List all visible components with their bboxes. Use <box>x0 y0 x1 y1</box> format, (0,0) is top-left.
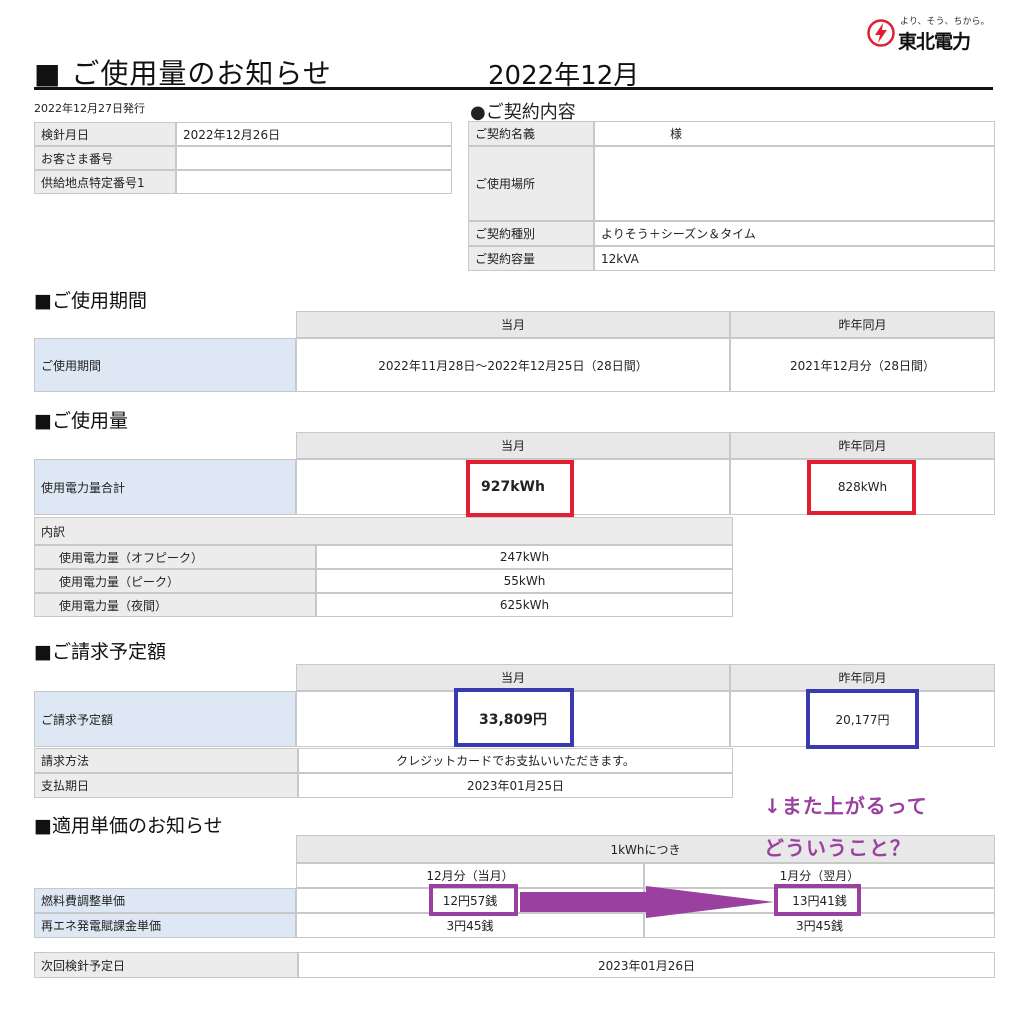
meter-date-label: 検針月日 <box>34 122 176 146</box>
contract-name-label: ご契約名義 <box>468 121 594 146</box>
usage-peak-value: 55kWh <box>316 569 733 593</box>
usage-place-value <box>594 146 995 221</box>
usage-col-last-year: 昨年同月 <box>730 432 995 459</box>
contract-table: ご契約名義 様 ご使用場所 ご契約種別 よりそう＋シーズン＆タイム ご契約容量 … <box>468 121 995 271</box>
usage-col-current: 当月 <box>296 432 730 459</box>
next-reading-label: 次回検針予定日 <box>34 952 298 978</box>
usage-breakdown-table: 内訳 使用電力量（オフピーク） 247kWh 使用電力量（ピーク） 55kWh … <box>34 517 733 617</box>
contract-capacity-value: 12kVA <box>594 246 995 271</box>
unit-price-heading: ■適用単価のお知らせ <box>34 815 223 837</box>
contract-type-value: よりそう＋シーズン＆タイム <box>594 221 995 246</box>
usage-night-value: 625kWh <box>316 593 733 617</box>
issue-date: 2022年12月27日発行 <box>34 102 145 115</box>
customer-number-value <box>176 146 452 170</box>
annotation-line-2: どういうこと？ <box>764 836 911 860</box>
tohoku-electric-logo: より、そう、ちから。 東北電力 <box>866 14 990 54</box>
period-table: 当月 昨年同月 ご使用期間 2022年11月28日～2022年12月25日（28… <box>34 311 995 392</box>
breakdown-label: 内訳 <box>34 517 733 545</box>
billing-method-label: 請求方法 <box>34 748 298 773</box>
highlight-current-usage <box>466 460 574 517</box>
renewable-levy-label: 再エネ発電賦課金単価 <box>34 913 296 938</box>
contract-capacity-label: ご契約容量 <box>468 246 594 271</box>
billing-col-last-year: 昨年同月 <box>730 664 995 691</box>
next-reading-table: 次回検針予定日 2023年01月26日 <box>34 952 995 978</box>
usage-peak-label: 使用電力量（ピーク） <box>34 569 316 593</box>
period-corner <box>34 311 296 338</box>
page-title: ■ ご使用量のお知らせ <box>34 57 332 90</box>
next-reading-value: 2023年01月26日 <box>298 952 995 978</box>
highlight-fuel-next <box>774 884 861 916</box>
customer-number-label: お客さま番号 <box>34 146 176 170</box>
meter-date-value: 2022年12月26日 <box>176 122 452 146</box>
usage-night-label: 使用電力量（夜間） <box>34 593 316 617</box>
highlight-last-year-usage <box>807 460 916 515</box>
billing-col-current: 当月 <box>296 664 730 691</box>
supply-point-value <box>176 170 452 194</box>
period-col-last-year: 昨年同月 <box>730 311 995 338</box>
highlight-fuel-current <box>429 884 518 916</box>
supply-point-label: 供給地点特定番号1 <box>34 170 176 194</box>
billing-heading: ■ご請求予定額 <box>34 641 166 663</box>
usage-corner <box>34 432 296 459</box>
usage-total-label: 使用電力量合計 <box>34 459 296 515</box>
period-heading: ■ご使用期間 <box>34 290 147 312</box>
usage-offpeak-value: 247kWh <box>316 545 733 569</box>
fuel-adjust-label: 燃料費調整単価 <box>34 888 296 913</box>
title-rule <box>34 87 993 90</box>
usage-place-label: ご使用場所 <box>468 146 594 221</box>
period-label: ご使用期間 <box>34 338 296 392</box>
highlight-last-year-bill <box>806 689 919 749</box>
billing-due-label: 支払期日 <box>34 773 298 798</box>
billing-amount-label: ご請求予定額 <box>34 691 296 747</box>
lightning-bolt-icon <box>867 19 895 47</box>
contract-type-label: ご契約種別 <box>468 221 594 246</box>
billing-method-value: クレジットカードでお支払いいただきます。 <box>298 748 733 773</box>
unit-price-corner <box>34 835 296 863</box>
billing-method-table: 請求方法 クレジットカードでお支払いいただきます。 支払期日 2023年01月2… <box>34 748 733 798</box>
usage-offpeak-label: 使用電力量（オフピーク） <box>34 545 316 569</box>
logo-name: 東北電力 <box>898 31 971 53</box>
highlight-current-bill <box>454 688 574 747</box>
period-col-current: 当月 <box>296 311 730 338</box>
meter-info-table: 検針月日 2022年12月26日 お客さま番号 供給地点特定番号1 <box>34 122 452 194</box>
usage-heading: ■ご使用量 <box>34 410 128 432</box>
logo-tagline: より、そう、ちから。 <box>900 17 990 27</box>
annotation-line-1: ↓また上がるって <box>764 794 928 818</box>
period-current: 2022年11月28日～2022年12月25日（28日間） <box>296 338 730 392</box>
increase-arrow-icon <box>520 886 774 918</box>
unit-price-corner-2 <box>34 863 296 888</box>
period-last-year: 2021年12月分（28日間） <box>730 338 995 392</box>
billing-corner <box>34 664 296 691</box>
contract-name-value: 様 <box>594 121 995 146</box>
billing-due-value: 2023年01月25日 <box>298 773 733 798</box>
